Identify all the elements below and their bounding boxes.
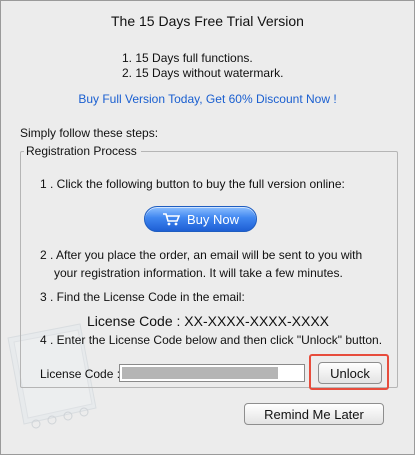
step-2-text-line1: 2 . After you place the order, an email … [40, 248, 363, 262]
buy-now-label: Buy Now [186, 211, 240, 227]
buy-now-button[interactable]: Buy Now [144, 206, 257, 232]
step-3-text: 3 . Find the License Code in the email: [40, 290, 245, 304]
step-1-text: 1 . Click the following button to buy th… [40, 177, 345, 191]
steps-intro: Simply follow these steps: [20, 126, 159, 140]
license-code-label: License Code : [40, 367, 121, 381]
step-4-text: 4 . Enter the License Code below and the… [40, 333, 383, 347]
feature-item-2: 2. 15 Days without watermark. [122, 66, 284, 80]
feature-item-1: 1. 15 Days full functions. [122, 51, 253, 65]
remind-me-later-button[interactable]: Remind Me Later [244, 403, 384, 425]
license-code-format: License Code : XX-XXXX-XXXX-XXXX [87, 313, 329, 329]
shopping-cart-icon [162, 213, 180, 226]
unlock-button[interactable]: Unlock [318, 362, 382, 384]
step-2-text-line2: your registration information. It will t… [54, 266, 343, 280]
license-code-input[interactable] [119, 364, 305, 382]
window-title: The 15 Days Free Trial Version [111, 13, 304, 29]
registration-legend: Registration Process [24, 144, 141, 158]
discount-link[interactable]: Buy Full Version Today, Get 60% Discount… [0, 92, 415, 106]
license-code-value [122, 367, 278, 379]
